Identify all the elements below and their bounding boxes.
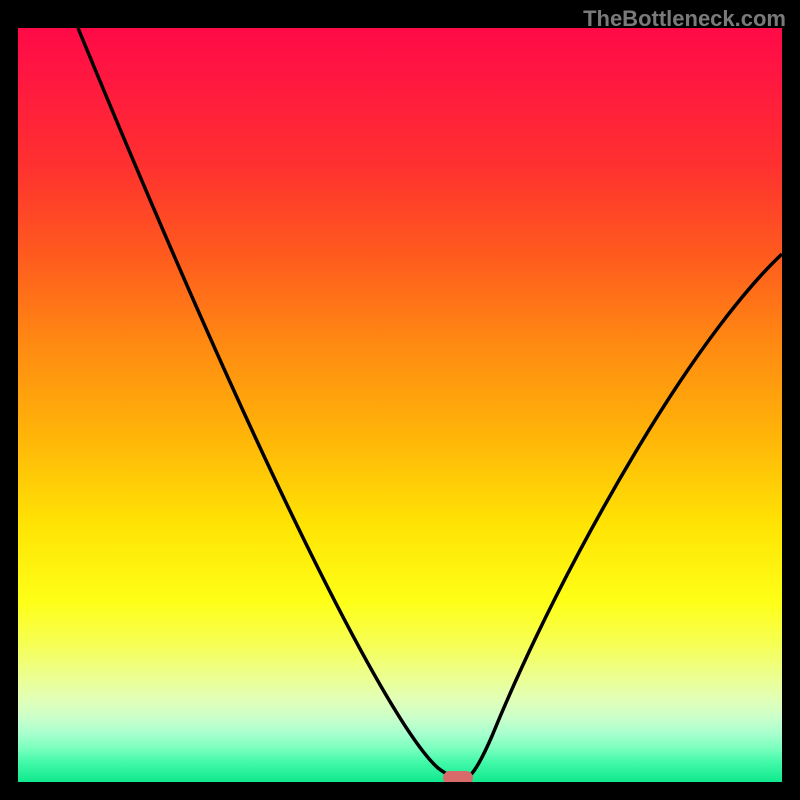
curve-line	[18, 28, 782, 782]
optimal-point-marker	[443, 771, 473, 782]
watermark-text: TheBottleneck.com	[583, 6, 786, 32]
plot-area	[18, 28, 782, 782]
chart-frame: TheBottleneck.com	[0, 0, 800, 800]
curve-left-segment	[78, 28, 463, 779]
curve-right-segment	[463, 254, 782, 779]
